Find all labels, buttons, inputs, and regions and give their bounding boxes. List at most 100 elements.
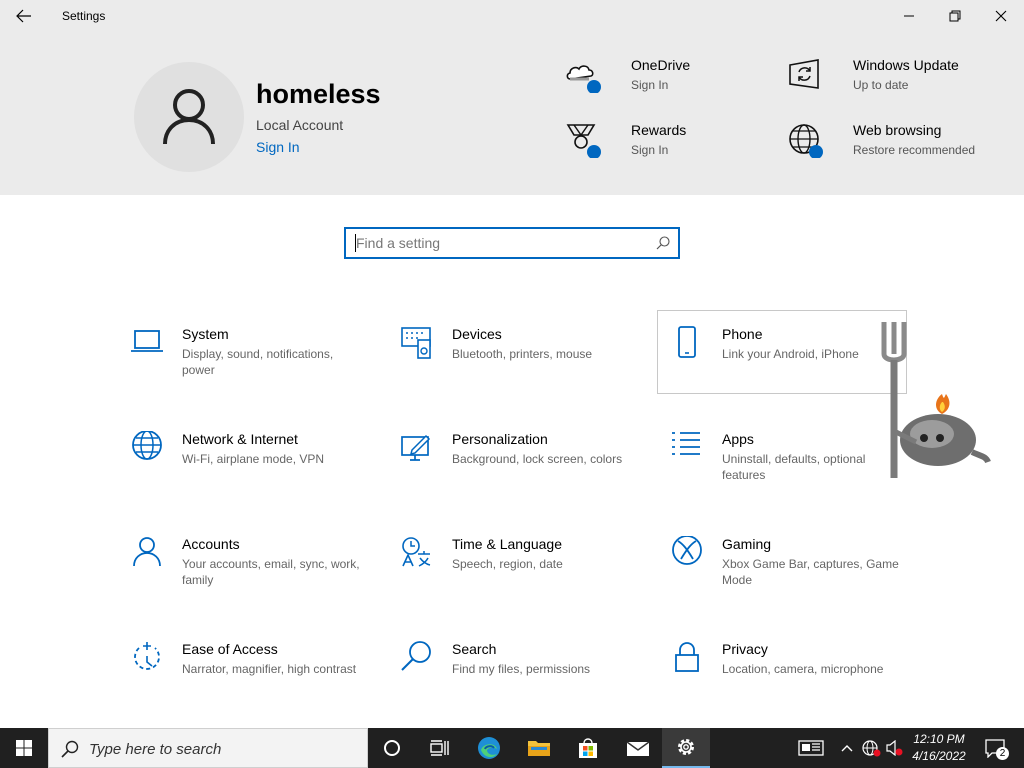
tile-title: Devices: [452, 326, 502, 342]
tile-ease-of-access[interactable]: Ease of Access Narrator, magnifier, high…: [130, 641, 378, 723]
header-item-subtitle: Up to date: [853, 78, 909, 92]
tile-title: Personalization: [452, 431, 548, 447]
header-item-windows-update[interactable]: Windows Update Up to date: [787, 57, 1007, 103]
windows-logo-icon: [16, 740, 32, 756]
taskbar-clock[interactable]: 12:10 PM 4/16/2022: [900, 731, 978, 765]
tile-title: Accounts: [182, 536, 240, 552]
close-button[interactable]: [978, 0, 1024, 32]
lock-icon: [675, 642, 699, 672]
tile-system[interactable]: System Display, sound, notifications, po…: [130, 326, 378, 408]
tile-privacy[interactable]: Privacy Location, camera, microphone: [670, 641, 918, 723]
tile-title: Apps: [722, 431, 754, 447]
header-item-onedrive[interactable]: OneDrive Sign In: [565, 57, 785, 103]
tile-subtitle: Uninstall, defaults, optional features: [722, 452, 866, 482]
store-bag-icon: [579, 738, 597, 758]
find-setting-search[interactable]: [344, 227, 680, 259]
tile-title: Time & Language: [452, 536, 562, 552]
header-item-subtitle: Restore recommended: [853, 143, 976, 157]
header-item-rewards[interactable]: Rewards Sign In: [565, 122, 785, 168]
sign-in-link[interactable]: Sign In: [256, 139, 300, 155]
taskbar-search-box[interactable]: Type here to search: [48, 728, 368, 768]
tile-title: System: [182, 326, 229, 342]
magnifier-icon[interactable]: [656, 236, 670, 250]
taskbar: Type here to search 12:10 PM 4/16/2022 2: [0, 728, 1024, 768]
header-item-title: Windows Update: [853, 57, 959, 73]
settings-button[interactable]: [662, 728, 710, 768]
gear-icon: [678, 739, 694, 755]
tile-personalization[interactable]: Personalization Background, lock screen,…: [400, 431, 648, 513]
network-globe-icon: [862, 740, 881, 757]
file-explorer-button[interactable]: [515, 728, 563, 768]
web-browsing-icon: [789, 124, 823, 158]
network-status-button[interactable]: [860, 728, 882, 768]
taskbar-search-placeholder: Type here to search: [89, 741, 222, 758]
windows-update-icon: [789, 59, 819, 89]
tile-network-internet[interactable]: Network & Internet Wi-Fi, airplane mode,…: [130, 431, 378, 513]
tile-subtitle: Wi-Fi, airplane mode, VPN: [182, 452, 325, 466]
back-arrow-icon: [16, 9, 31, 23]
search-input[interactable]: [356, 234, 646, 252]
start-button[interactable]: [0, 728, 48, 768]
header-item-web-browsing[interactable]: Web browsing Restore recommended: [787, 122, 1007, 168]
tile-phone-content: Phone Link your Android, iPhone: [670, 326, 900, 386]
tile-title: Ease of Access: [182, 641, 278, 657]
action-center-button[interactable]: 2: [980, 728, 1010, 768]
clock-time: 12:10 PM: [913, 732, 965, 746]
store-button[interactable]: [564, 728, 612, 768]
tile-subtitle: Display, sound, notifications, power: [182, 347, 334, 377]
header-item-title: OneDrive: [631, 57, 691, 73]
clock-date: 4/16/2022: [912, 749, 966, 763]
tile-time-language[interactable]: Time & Language Speech, region, date: [400, 536, 648, 618]
window-title: Settings: [62, 9, 106, 23]
minimize-icon: [904, 15, 914, 17]
tile-devices[interactable]: Devices Bluetooth, printers, mouse: [400, 326, 648, 408]
cortana-circle-icon: [384, 740, 400, 756]
ease-of-access-icon: [134, 642, 160, 670]
task-view-icon: [430, 740, 449, 756]
header-item-subtitle: Sign In: [631, 143, 669, 157]
tile-subtitle: Narrator, magnifier, high contrast: [182, 662, 357, 676]
header-item-subtitle: Sign In: [631, 78, 669, 92]
tile-accounts[interactable]: Accounts Your accounts, email, sync, wor…: [130, 536, 378, 618]
account-type: Local Account: [256, 117, 344, 133]
mail-button[interactable]: [614, 728, 662, 768]
phone-icon: [678, 326, 696, 358]
personalization-icon: [401, 434, 431, 461]
tile-phone[interactable]: Phone Link your Android, iPhone: [657, 310, 907, 394]
account-name: homeless: [256, 79, 381, 109]
header-item-title: Rewards: [631, 122, 687, 138]
tile-search[interactable]: Search Find my files, permissions: [400, 641, 648, 723]
tile-title: Network & Internet: [182, 431, 298, 447]
onedrive-icon: [566, 65, 601, 93]
tile-subtitle: Speech, region, date: [452, 557, 563, 571]
news-widget-button[interactable]: [796, 728, 826, 768]
back-button[interactable]: [8, 4, 40, 28]
taskbar-search-icon: [61, 740, 79, 758]
tile-title: Gaming: [722, 536, 772, 552]
close-icon: [995, 10, 1007, 22]
avatar[interactable]: [134, 62, 244, 172]
tile-title: Privacy: [722, 641, 768, 657]
tile-subtitle: Link your Android, iPhone: [722, 347, 859, 361]
task-view-button[interactable]: [416, 728, 464, 768]
cortana-button[interactable]: [368, 728, 416, 768]
minimize-button[interactable]: [886, 0, 932, 32]
show-hidden-icons-button[interactable]: [838, 728, 856, 768]
desktop-mascot-character[interactable]: [876, 312, 996, 492]
tile-title: Search: [452, 641, 497, 657]
devices-icon: [401, 327, 431, 359]
mail-envelope-icon: [626, 741, 650, 756]
xbox-icon: [672, 536, 702, 565]
edge-icon: [478, 737, 500, 759]
tile-subtitle: Location, camera, microphone: [722, 662, 884, 676]
apps-list-icon: [672, 432, 700, 455]
restore-button[interactable]: [932, 0, 978, 32]
notification-count-badge: 2: [996, 747, 1009, 760]
tile-gaming[interactable]: Gaming Xbox Game Bar, captures, Game Mod…: [670, 536, 918, 618]
tile-subtitle: Find my files, permissions: [452, 662, 591, 676]
search-icon: [401, 641, 431, 671]
rewards-icon: [566, 124, 601, 158]
edge-button[interactable]: [465, 728, 513, 768]
tile-title: Phone: [722, 326, 763, 342]
time-language-icon: [402, 537, 431, 567]
